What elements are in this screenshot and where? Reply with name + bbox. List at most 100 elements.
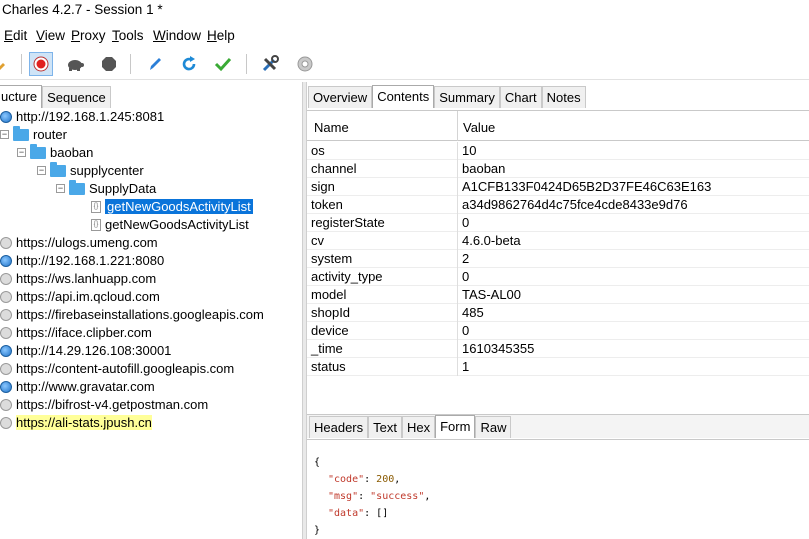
param-value: 1 <box>462 359 470 374</box>
param-value: 10 <box>462 143 477 158</box>
table-row[interactable]: channel baoban <box>307 160 809 178</box>
lock-icon <box>0 308 12 321</box>
tree-item[interactable]: https://ulogs.umeng.com <box>0 234 158 252</box>
table-header: Name Value <box>307 111 809 141</box>
cell-divider <box>457 178 458 196</box>
cell-divider <box>457 358 458 376</box>
tree-item[interactable]: https://ws.lanhuapp.com <box>0 270 156 288</box>
folder-icon <box>50 161 66 177</box>
param-value: TAS-AL00 <box>462 287 522 302</box>
tree-item[interactable]: https://iface.clipber.com <box>0 324 152 342</box>
menu-tools[interactable]: Tools <box>112 28 144 43</box>
menu-bar: Edit View Proxy Tools Window Help <box>0 26 809 46</box>
toolbar <box>0 48 809 80</box>
globe-icon <box>0 380 12 393</box>
tab-raw[interactable]: Raw <box>475 416 512 438</box>
param-value: 0 <box>462 323 470 338</box>
cell-divider <box>457 232 458 250</box>
body-tabs: Headers Text Hex Form Raw <box>307 414 809 438</box>
menu-edit[interactable]: Edit <box>4 28 27 43</box>
tab-form[interactable]: Form <box>435 415 476 438</box>
tree-item[interactable]: http://14.29.126.108:30001 <box>0 342 171 360</box>
cell-divider <box>457 268 458 286</box>
table-row[interactable]: shopId 485 <box>307 304 809 322</box>
table-row[interactable]: status 1 <box>307 358 809 376</box>
window-title: Charles 4.2.7 - Session 1 * <box>2 2 163 17</box>
json-line-code: "code": 200, <box>328 474 401 485</box>
lock-icon <box>0 326 12 339</box>
tools-icon[interactable] <box>258 52 282 76</box>
param-name: token <box>311 197 343 212</box>
cell-divider <box>457 214 458 232</box>
breakpoint-hexagon-icon[interactable] <box>97 52 121 76</box>
repeat-icon[interactable] <box>177 52 201 76</box>
brush-icon[interactable] <box>0 52 14 76</box>
cell-divider <box>457 250 458 268</box>
compose-pen-icon[interactable] <box>143 52 167 76</box>
file-icon: {} <box>91 200 101 213</box>
collapse-icon[interactable]: − <box>0 130 9 140</box>
param-name: _time <box>311 341 343 356</box>
column-header-value[interactable]: Value <box>463 120 495 135</box>
throttle-turtle-icon[interactable] <box>63 52 87 76</box>
tab-structure[interactable]: ucture <box>0 85 43 108</box>
settings-gear-icon[interactable] <box>293 52 317 76</box>
menu-view[interactable]: View <box>36 28 65 43</box>
tab-contents[interactable]: Contents <box>372 85 435 108</box>
tree-item[interactable]: https://firebaseinstallations.googleapis… <box>0 306 264 324</box>
tab-headers[interactable]: Headers <box>309 416 369 438</box>
tree-item[interactable]: http://192.168.1.221:8080 <box>0 252 164 270</box>
param-name: registerState <box>311 215 385 230</box>
tree-item[interactable]: − router <box>0 125 67 144</box>
tab-sequence[interactable]: Sequence <box>42 86 111 108</box>
tree-item[interactable]: https://api.im.qcloud.com <box>0 288 160 306</box>
table-row[interactable]: _time 1610345355 <box>307 340 809 358</box>
menu-window[interactable]: Window <box>153 28 201 43</box>
toolbar-separator <box>21 54 22 74</box>
tree-item[interactable]: https://content-autofill.googleapis.com <box>0 360 234 378</box>
record-icon[interactable] <box>29 52 53 76</box>
table-row[interactable]: activity_type 0 <box>307 268 809 286</box>
tab-hex[interactable]: Hex <box>401 416 436 438</box>
folder-icon <box>30 143 46 159</box>
tab-notes[interactable]: Notes <box>541 86 586 108</box>
column-divider[interactable] <box>457 111 458 141</box>
param-value: a34d9862764d4c75fce4cde8433e9d76 <box>462 197 688 212</box>
tree-item[interactable]: https://bifrost-v4.getpostman.com <box>0 396 208 414</box>
tab-overview[interactable]: Overview <box>308 86 373 108</box>
tree-item[interactable]: {} getNewGoodsActivityList <box>91 216 249 234</box>
tab-chart[interactable]: Chart <box>499 86 542 108</box>
column-header-name[interactable]: Name <box>314 120 349 135</box>
param-name: sign <box>311 179 335 194</box>
table-row[interactable]: os 10 <box>307 142 809 160</box>
tab-summary[interactable]: Summary <box>434 86 500 108</box>
tree-item[interactable]: − SupplyData <box>56 179 156 198</box>
tree-item[interactable]: http://www.gravatar.com <box>0 378 155 396</box>
tree-item[interactable]: − baoban <box>17 143 93 162</box>
tree-item-selected[interactable]: {} getNewGoodsActivityList <box>91 198 253 216</box>
menu-help[interactable]: Help <box>207 28 235 43</box>
table-row[interactable]: sign A1CFB133F0424D65B2D37FE46C63E163 <box>307 178 809 196</box>
table-row[interactable]: registerState 0 <box>307 214 809 232</box>
menu-proxy[interactable]: Proxy <box>71 28 106 43</box>
table-row[interactable]: system 2 <box>307 250 809 268</box>
tree-item[interactable]: − supplycenter <box>37 161 144 180</box>
param-name: shopId <box>311 305 351 320</box>
collapse-icon[interactable]: − <box>56 184 65 194</box>
table-row[interactable]: token a34d9862764d4c75fce4cde8433e9d76 <box>307 196 809 214</box>
validate-check-icon[interactable] <box>211 52 235 76</box>
collapse-icon[interactable]: − <box>37 166 46 176</box>
tree-item-highlighted[interactable]: https://ali-stats.jpush.cn <box>0 414 152 432</box>
folder-icon <box>69 179 85 195</box>
table-row[interactable]: model TAS-AL00 <box>307 286 809 304</box>
table-row[interactable]: device 0 <box>307 322 809 340</box>
table-row[interactable]: cv 4.6.0-beta <box>307 232 809 250</box>
tab-text[interactable]: Text <box>368 416 402 438</box>
param-name: system <box>311 251 353 266</box>
lock-icon <box>0 272 12 285</box>
cell-divider <box>457 196 458 214</box>
collapse-icon[interactable]: − <box>17 148 26 158</box>
param-name: model <box>311 287 347 302</box>
tree-item[interactable]: http://192.168.1.245:8081 <box>0 108 164 126</box>
globe-icon <box>0 110 12 123</box>
